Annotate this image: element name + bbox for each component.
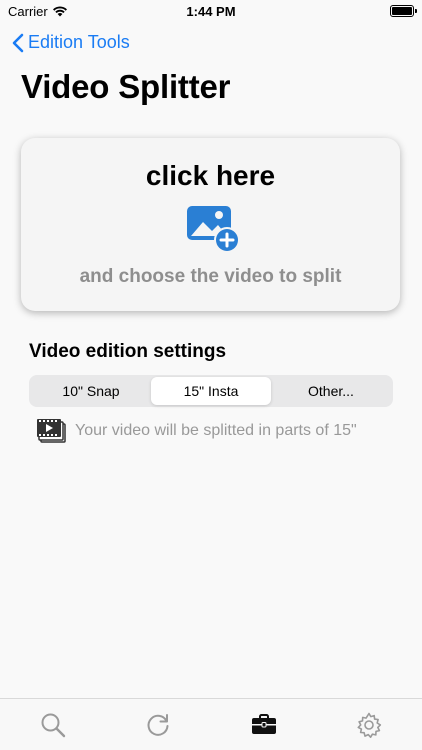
split-info-text: Your video will be splitted in parts of …: [75, 422, 357, 439]
battery-icon: [390, 5, 417, 17]
tab-toolbox[interactable]: [234, 705, 294, 745]
tab-search[interactable]: [23, 705, 83, 745]
back-button[interactable]: Edition Tools: [12, 32, 130, 53]
tab-settings[interactable]: [339, 705, 399, 745]
status-bar: Carrier 1:44 PM: [0, 0, 422, 22]
duration-segmented-control: 10" Snap 15" Insta Other...: [29, 375, 393, 407]
tab-bar: [0, 698, 422, 750]
split-info: Your video will be splitted in parts of …: [36, 418, 357, 444]
video-clips-icon: [37, 419, 66, 443]
settings-gear-icon: [357, 712, 382, 738]
chevron-left-icon: [12, 33, 24, 52]
segment-15-insta[interactable]: 15" Insta: [151, 377, 271, 405]
search-icon: [41, 713, 65, 737]
tab-refresh[interactable]: [128, 705, 188, 745]
settings-title: Video edition settings: [29, 341, 227, 362]
add-photo-icon: [187, 206, 240, 253]
choose-video-card[interactable]: click here and choose the video to split: [21, 138, 400, 311]
back-button-label: Edition Tools: [28, 32, 130, 52]
card-headline: click here: [145, 160, 276, 191]
page-title: Video Splitter: [21, 68, 231, 105]
card-subtitle: and choose the video to split: [79, 266, 342, 287]
segment-10-snap[interactable]: 10" Snap: [31, 377, 151, 405]
refresh-icon: [147, 713, 169, 736]
toolbox-icon: [251, 713, 276, 734]
status-time: 1:44 PM: [186, 3, 236, 19]
segment-other[interactable]: Other...: [271, 377, 391, 405]
